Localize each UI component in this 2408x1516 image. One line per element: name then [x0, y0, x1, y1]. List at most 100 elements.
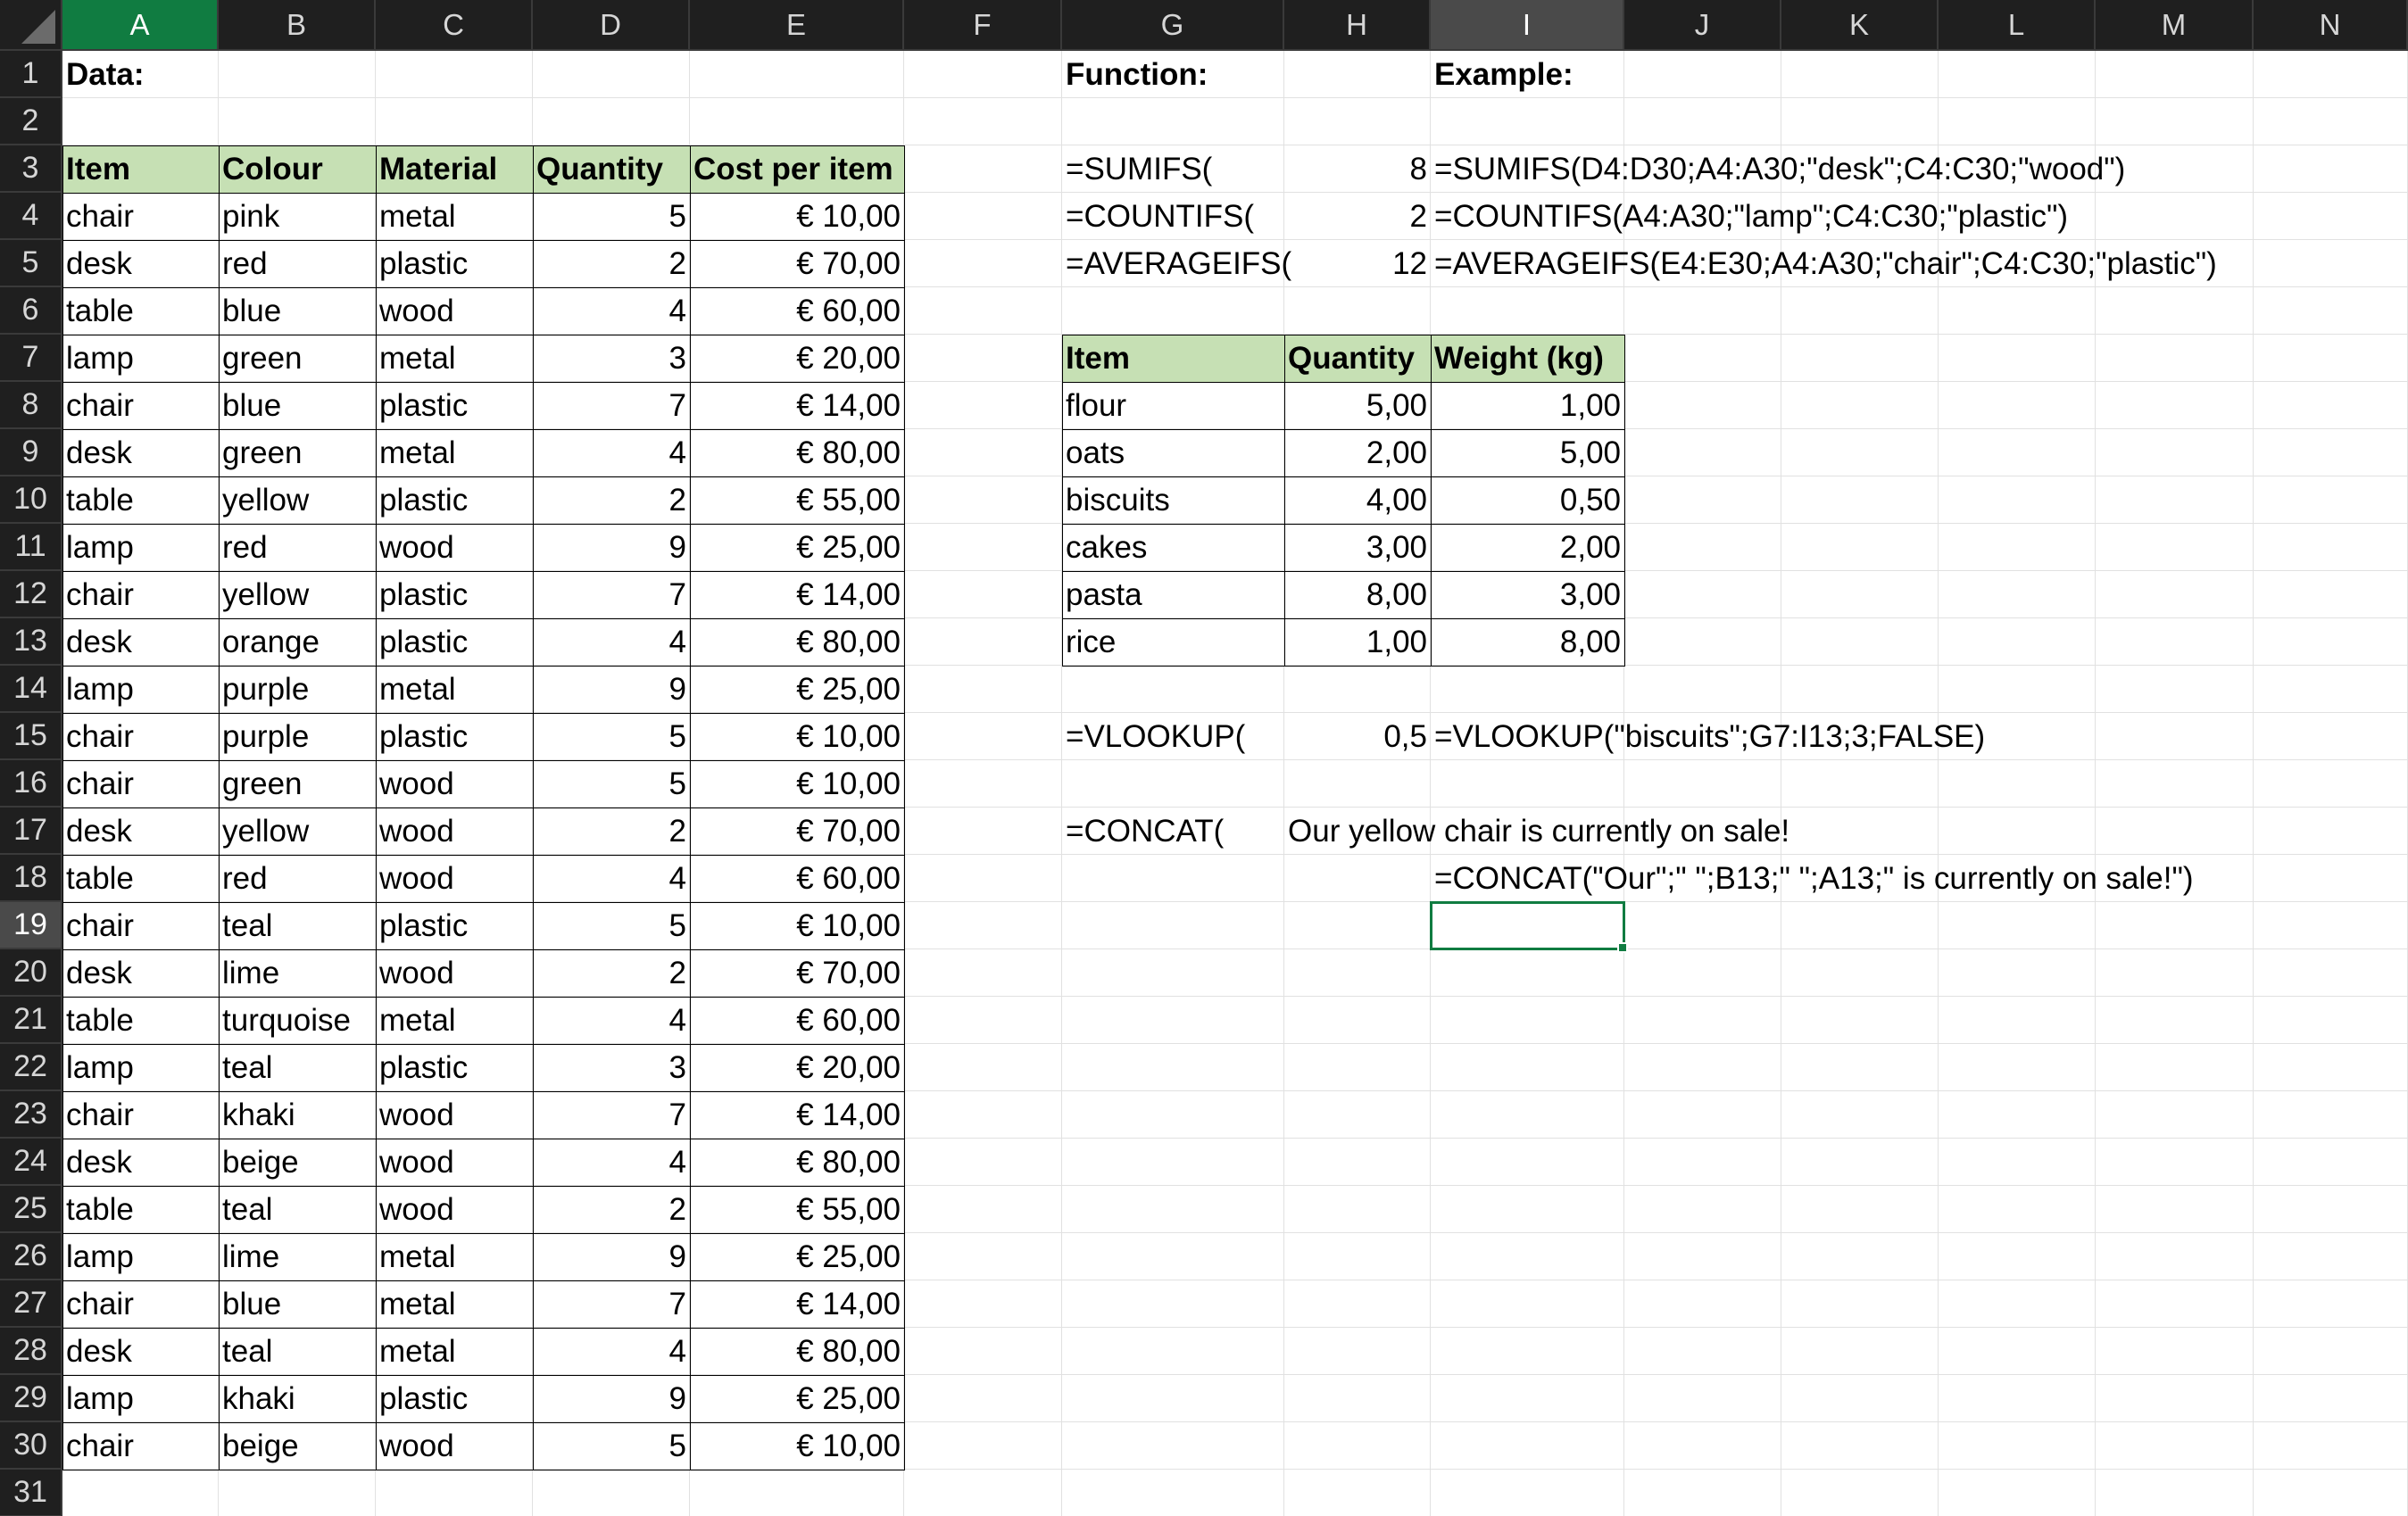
- weight-table-cell[interactable]: pasta: [1062, 571, 1284, 618]
- weight-table-cell[interactable]: 8,00: [1284, 571, 1431, 618]
- row-header-4[interactable]: 4: [0, 193, 62, 240]
- data-table-cell[interactable]: chair: [62, 1091, 219, 1139]
- data-table-cell[interactable]: plastic: [376, 476, 533, 524]
- weight-table-cell[interactable]: cakes: [1062, 524, 1284, 571]
- column-header-e[interactable]: E: [690, 0, 904, 51]
- data-table-cell[interactable]: 4: [533, 1328, 690, 1375]
- weight-table-cell[interactable]: 1,00: [1284, 618, 1431, 666]
- data-table-cell[interactable]: 9: [533, 1233, 690, 1280]
- data-table-cell[interactable]: plastic: [376, 240, 533, 287]
- example-label[interactable]: Example:: [1431, 51, 1781, 98]
- data-table-cell[interactable]: € 70,00: [690, 240, 904, 287]
- data-table-cell[interactable]: beige: [219, 1422, 376, 1470]
- data-table-cell[interactable]: purple: [219, 713, 376, 760]
- column-header-f[interactable]: F: [904, 0, 1062, 51]
- data-table-cell[interactable]: wood: [376, 1422, 533, 1470]
- data-table-cell[interactable]: 5: [533, 713, 690, 760]
- column-header-b[interactable]: B: [219, 0, 376, 51]
- weight-table-cell[interactable]: oats: [1062, 429, 1284, 476]
- data-table-cell[interactable]: purple: [219, 666, 376, 713]
- data-table-cell[interactable]: desk: [62, 429, 219, 476]
- row-header-3[interactable]: 3: [0, 145, 62, 193]
- weight-table-cell[interactable]: biscuits: [1062, 476, 1284, 524]
- weight-table-header[interactable]: Quantity: [1284, 335, 1431, 382]
- row-header-25[interactable]: 25: [0, 1186, 62, 1233]
- weight-table-cell[interactable]: 5,00: [1284, 382, 1431, 429]
- data-table-cell[interactable]: wood: [376, 1091, 533, 1139]
- data-table-cell[interactable]: beige: [219, 1139, 376, 1186]
- function-result[interactable]: 8: [1284, 145, 1431, 193]
- data-table-cell[interactable]: 7: [533, 1091, 690, 1139]
- weight-table-cell[interactable]: 2,00: [1431, 524, 1624, 571]
- data-table-cell[interactable]: 9: [533, 1375, 690, 1422]
- data-table-cell[interactable]: 2: [533, 808, 690, 855]
- column-header-m[interactable]: M: [2096, 0, 2254, 51]
- weight-table-cell[interactable]: 4,00: [1284, 476, 1431, 524]
- column-header-a[interactable]: A: [62, 0, 219, 51]
- data-table-cell[interactable]: wood: [376, 287, 533, 335]
- data-table-cell[interactable]: metal: [376, 1280, 533, 1328]
- data-table-cell[interactable]: plastic: [376, 618, 533, 666]
- data-table-cell[interactable]: green: [219, 429, 376, 476]
- weight-table-cell[interactable]: 3,00: [1284, 524, 1431, 571]
- weight-table-cell[interactable]: flour: [1062, 382, 1284, 429]
- function-result[interactable]: 12: [1284, 240, 1431, 287]
- data-table-cell[interactable]: teal: [219, 1044, 376, 1091]
- concat-result[interactable]: Our yellow chair is currently on sale!: [1284, 808, 2254, 855]
- row-header-17[interactable]: 17: [0, 808, 62, 855]
- weight-table-cell[interactable]: 8,00: [1431, 618, 1624, 666]
- function-result[interactable]: 2: [1284, 193, 1431, 240]
- data-table-cell[interactable]: lamp: [62, 1233, 219, 1280]
- column-header-g[interactable]: G: [1062, 0, 1284, 51]
- data-table-cell[interactable]: € 55,00: [690, 1186, 904, 1233]
- data-table-cell[interactable]: red: [219, 524, 376, 571]
- data-table-cell[interactable]: 4: [533, 618, 690, 666]
- data-table-cell[interactable]: 5: [533, 1422, 690, 1470]
- data-table-cell[interactable]: green: [219, 760, 376, 808]
- data-table-header[interactable]: Quantity: [533, 145, 690, 193]
- data-table-cell[interactable]: metal: [376, 997, 533, 1044]
- data-table-cell[interactable]: chair: [62, 1280, 219, 1328]
- row-header-22[interactable]: 22: [0, 1044, 62, 1091]
- weight-table-header[interactable]: Weight (kg): [1431, 335, 1624, 382]
- data-table-cell[interactable]: chair: [62, 760, 219, 808]
- row-header-27[interactable]: 27: [0, 1280, 62, 1328]
- data-table-cell[interactable]: 9: [533, 524, 690, 571]
- data-table-cell[interactable]: yellow: [219, 808, 376, 855]
- data-table-cell[interactable]: plastic: [376, 382, 533, 429]
- data-table-cell[interactable]: lamp: [62, 666, 219, 713]
- data-table-cell[interactable]: wood: [376, 524, 533, 571]
- data-table-cell[interactable]: 7: [533, 1280, 690, 1328]
- data-table-cell[interactable]: chair: [62, 193, 219, 240]
- data-table-cell[interactable]: red: [219, 855, 376, 902]
- data-table-cell[interactable]: 3: [533, 1044, 690, 1091]
- data-table-cell[interactable]: table: [62, 1186, 219, 1233]
- data-table-cell[interactable]: plastic: [376, 1375, 533, 1422]
- column-header-i[interactable]: I: [1431, 0, 1624, 51]
- data-table-cell[interactable]: € 60,00: [690, 287, 904, 335]
- data-table-cell[interactable]: € 14,00: [690, 382, 904, 429]
- data-table-cell[interactable]: metal: [376, 335, 533, 382]
- data-table-cell[interactable]: 4: [533, 287, 690, 335]
- column-header-k[interactable]: K: [1781, 0, 1939, 51]
- data-table-cell[interactable]: metal: [376, 193, 533, 240]
- data-table-cell[interactable]: 7: [533, 382, 690, 429]
- data-table-cell[interactable]: teal: [219, 1328, 376, 1375]
- data-table-cell[interactable]: € 25,00: [690, 666, 904, 713]
- data-table-cell[interactable]: € 20,00: [690, 335, 904, 382]
- weight-table-cell[interactable]: 3,00: [1431, 571, 1624, 618]
- data-table-cell[interactable]: lamp: [62, 1375, 219, 1422]
- data-table-cell[interactable]: € 70,00: [690, 949, 904, 997]
- row-header-9[interactable]: 9: [0, 429, 62, 476]
- data-table-cell[interactable]: plastic: [376, 1044, 533, 1091]
- row-header-10[interactable]: 10: [0, 476, 62, 524]
- data-table-cell[interactable]: € 10,00: [690, 1422, 904, 1470]
- row-header-30[interactable]: 30: [0, 1422, 62, 1470]
- row-header-18[interactable]: 18: [0, 855, 62, 902]
- active-cell-selection[interactable]: [1430, 901, 1628, 953]
- data-table-cell[interactable]: 2: [533, 240, 690, 287]
- column-header-h[interactable]: H: [1284, 0, 1431, 51]
- column-header-l[interactable]: L: [1939, 0, 2096, 51]
- data-table-cell[interactable]: € 10,00: [690, 760, 904, 808]
- data-table-cell[interactable]: 2: [533, 476, 690, 524]
